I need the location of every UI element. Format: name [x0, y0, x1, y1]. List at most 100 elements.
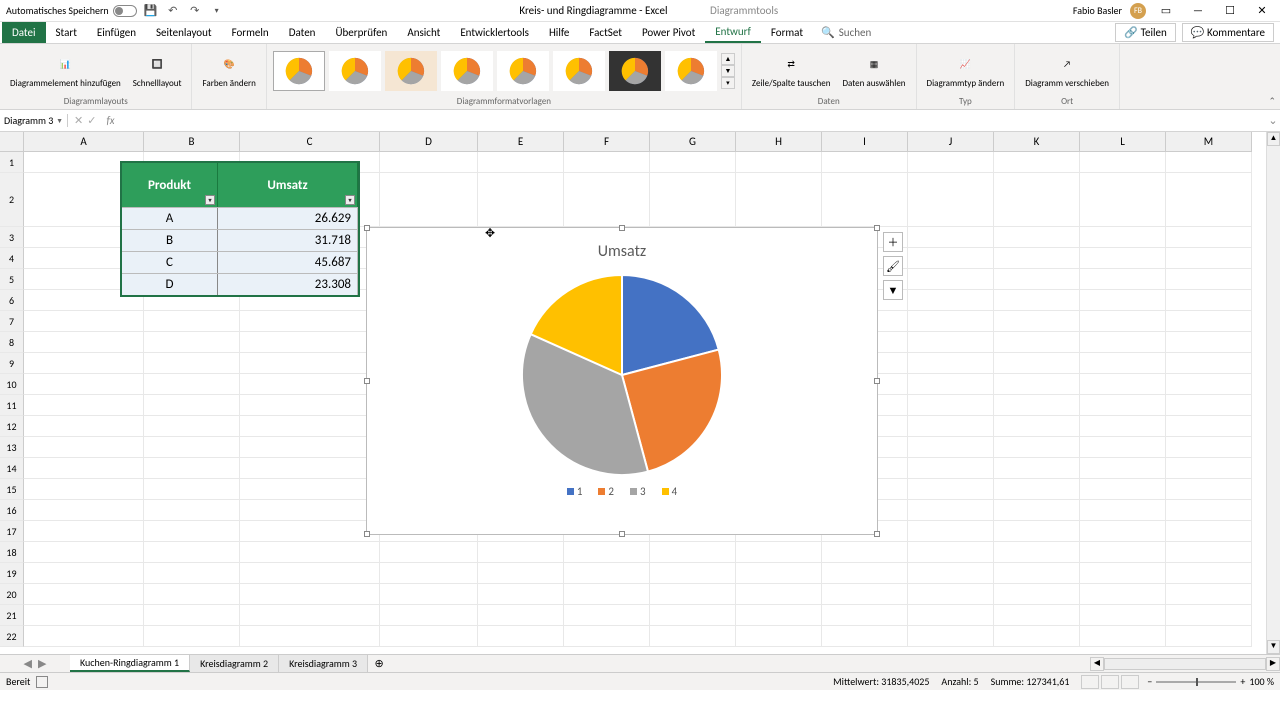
cell[interactable] [380, 605, 478, 626]
cell[interactable] [24, 479, 144, 500]
chart-style-option[interactable] [609, 51, 661, 91]
cell[interactable] [24, 311, 144, 332]
tab-einfuegen[interactable]: Einfügen [87, 22, 146, 43]
row-headers[interactable]: 12345678910111213141516171819202122 [0, 152, 24, 647]
cell[interactable] [380, 173, 478, 227]
row-header[interactable]: 18 [0, 542, 24, 563]
cell[interactable] [994, 332, 1080, 353]
row-header[interactable]: 9 [0, 353, 24, 374]
redo-icon[interactable]: ↷ [187, 3, 203, 19]
scroll-left-icon[interactable]: ◀ [1090, 657, 1104, 671]
cell[interactable] [24, 353, 144, 374]
cell[interactable] [1166, 563, 1252, 584]
cell[interactable] [908, 479, 994, 500]
cell[interactable] [1080, 311, 1166, 332]
tab-datei[interactable]: Datei [2, 22, 46, 43]
cell[interactable] [564, 626, 650, 647]
table-row[interactable]: A26.629 [122, 207, 358, 229]
cell[interactable] [822, 563, 908, 584]
column-header[interactable]: J [908, 132, 994, 152]
cell[interactable] [1080, 374, 1166, 395]
scroll-right-icon[interactable]: ▶ [1266, 657, 1280, 671]
cell[interactable] [478, 626, 564, 647]
comments-button[interactable]: 💬 Kommentare [1182, 23, 1274, 42]
cell[interactable] [240, 311, 380, 332]
tab-powerpivot[interactable]: Power Pivot [632, 22, 705, 43]
cell[interactable] [994, 458, 1080, 479]
cell[interactable] [240, 437, 380, 458]
cell[interactable] [1166, 416, 1252, 437]
cell[interactable] [908, 152, 994, 173]
legend-item[interactable]: 4 [662, 485, 678, 498]
cell[interactable] [24, 521, 144, 542]
cell[interactable] [24, 500, 144, 521]
table-row[interactable]: B31.718 [122, 229, 358, 251]
zoom-level[interactable]: 100 % [1249, 675, 1274, 688]
cell[interactable] [1166, 353, 1252, 374]
cell[interactable] [478, 173, 564, 227]
cell[interactable] [380, 626, 478, 647]
cell[interactable] [650, 173, 736, 227]
cell[interactable] [478, 584, 564, 605]
select-data-button[interactable]: ▦Daten auswählen [838, 51, 909, 91]
cell[interactable] [908, 269, 994, 290]
macro-record-icon[interactable] [36, 676, 48, 688]
cell[interactable] [478, 605, 564, 626]
view-page-break-icon[interactable] [1121, 675, 1139, 689]
cell[interactable] [1166, 173, 1252, 227]
sheet-nav-next-icon[interactable]: ▶ [38, 657, 46, 670]
cell[interactable] [908, 626, 994, 647]
row-header[interactable]: 7 [0, 311, 24, 332]
row-header[interactable]: 2 [0, 173, 24, 227]
row-header[interactable]: 12 [0, 416, 24, 437]
gallery-scroll-icon[interactable]: ▼ [721, 65, 735, 77]
chart-legend[interactable]: 1234 [367, 485, 877, 498]
cell[interactable] [736, 542, 822, 563]
cell[interactable] [24, 542, 144, 563]
cell[interactable] [24, 332, 144, 353]
cell[interactable] [650, 542, 736, 563]
cell[interactable] [240, 332, 380, 353]
sheet-tab[interactable]: Kreisdiagramm 2 [190, 655, 279, 672]
cell[interactable] [1080, 500, 1166, 521]
column-headers[interactable]: ABCDEFGHIJKLM [24, 132, 1252, 152]
cell[interactable] [1166, 227, 1252, 248]
cell[interactable] [994, 521, 1080, 542]
cell[interactable] [822, 152, 908, 173]
chart-style-option[interactable] [553, 51, 605, 91]
cell[interactable] [24, 584, 144, 605]
move-chart-button[interactable]: ↗Diagramm verschieben [1021, 51, 1113, 91]
row-header[interactable]: 1 [0, 152, 24, 173]
tab-daten[interactable]: Daten [279, 22, 326, 43]
cell[interactable] [564, 605, 650, 626]
cell[interactable] [24, 626, 144, 647]
cell[interactable] [380, 542, 478, 563]
cell[interactable] [736, 626, 822, 647]
tab-seitenlayout[interactable]: Seitenlayout [146, 22, 222, 43]
switch-row-col-button[interactable]: ⇄Zeile/Spalte tauschen [748, 51, 835, 91]
scroll-up-icon[interactable]: ▲ [1267, 132, 1280, 146]
cell[interactable] [994, 584, 1080, 605]
cell[interactable] [994, 395, 1080, 416]
cell[interactable] [994, 374, 1080, 395]
user-name[interactable]: Fabio Basler [1073, 4, 1122, 17]
cell[interactable] [1166, 605, 1252, 626]
cell[interactable] [240, 521, 380, 542]
cell[interactable] [1166, 311, 1252, 332]
cell[interactable] [1166, 395, 1252, 416]
gallery-scroll-icon[interactable]: ▾ [721, 77, 735, 89]
add-sheet-button[interactable]: ⊕ [368, 655, 390, 672]
tab-factset[interactable]: FactSet [579, 22, 632, 43]
cell[interactable] [1166, 437, 1252, 458]
zoom-in-icon[interactable]: + [1240, 675, 1245, 688]
cell[interactable] [736, 173, 822, 227]
table-row[interactable]: C45.687 [122, 251, 358, 273]
cell[interactable] [650, 605, 736, 626]
ribbon-display-icon[interactable]: ▭ [1154, 4, 1178, 17]
chevron-down-icon[interactable]: ▼ [56, 116, 63, 125]
cell[interactable] [994, 605, 1080, 626]
cell[interactable] [1080, 521, 1166, 542]
accept-formula-icon[interactable]: ✓ [87, 114, 96, 127]
legend-item[interactable]: 2 [598, 485, 614, 498]
cell[interactable] [240, 479, 380, 500]
